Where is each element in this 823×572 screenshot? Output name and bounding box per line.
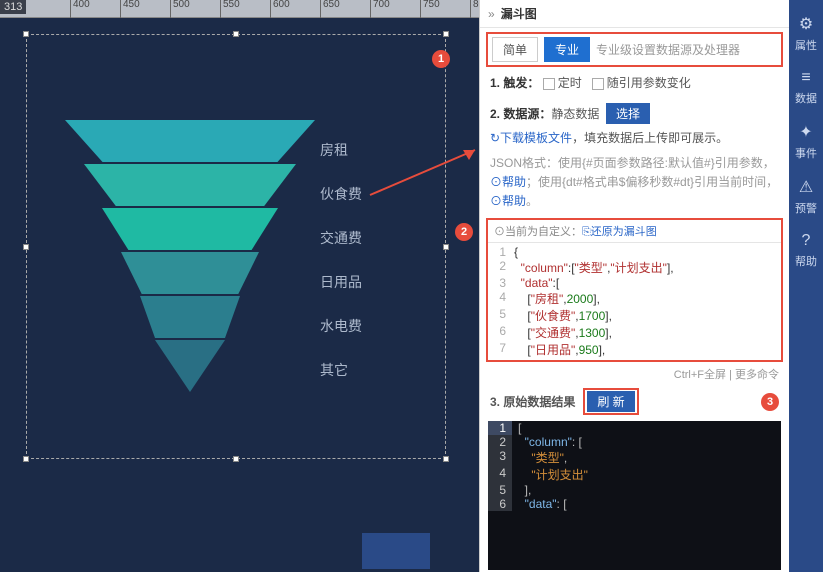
- restore-link[interactable]: ⎘还原为漏斗图: [582, 226, 657, 238]
- design-canvas[interactable]: 400 450 500 550 600 650 700 750 800 313 …: [0, 0, 479, 572]
- properties-panel: » 漏斗图 简单 专业 专业级设置数据源及处理器 1. 触发： 定时 随引用参数…: [479, 0, 789, 572]
- help-link-2[interactable]: ⊙帮助: [490, 194, 526, 208]
- badge-1: 1: [432, 50, 450, 68]
- info-icon: ⊙: [494, 226, 505, 238]
- panel-title: 漏斗图: [501, 5, 537, 22]
- resize-handle[interactable]: [23, 31, 29, 37]
- section-result: 3. 原始数据结果 刷 新 3: [480, 384, 789, 419]
- download-template-link[interactable]: ↻下载模板文件: [490, 131, 572, 145]
- json-editor[interactable]: 1{ 2 "column":["类型","计划支出"], 3 "data":[ …: [488, 243, 781, 360]
- section-datasource: 2. 数据源：静态数据 选择: [480, 98, 789, 129]
- tab-pro[interactable]: 专业: [544, 37, 590, 62]
- resize-handle[interactable]: [23, 456, 29, 462]
- json-hint: JSON格式：使用{#页面参数路径:默认值#}引用参数，⊙帮助；使用{dt#格式…: [480, 154, 789, 217]
- tabs-hint: 专业级设置数据源及处理器: [596, 41, 740, 58]
- sidebar-item-properties[interactable]: ⚙属性: [789, 6, 823, 61]
- sidebar-item-help[interactable]: ?帮助: [789, 224, 823, 277]
- resize-handle[interactable]: [233, 456, 239, 462]
- mode-tabs-highlight: 简单 专业 专业级设置数据源及处理器: [486, 32, 783, 67]
- sidebar-item-alerts[interactable]: ⚠预警: [789, 169, 823, 224]
- floating-block[interactable]: [362, 533, 430, 569]
- ruler-position: 313: [0, 0, 26, 14]
- sidebar-item-events[interactable]: ✦事件: [789, 114, 823, 169]
- badge-3: 3: [761, 393, 779, 411]
- checkbox-param[interactable]: [592, 78, 604, 90]
- sidebar-item-data[interactable]: ≡数据: [789, 61, 823, 114]
- collapse-icon[interactable]: »: [488, 7, 495, 21]
- section-trigger: 1. 触发： 定时 随引用参数变化: [480, 69, 789, 98]
- editor-meta[interactable]: Ctrl+F全屏 | 更多命令: [480, 364, 789, 384]
- refresh-highlight: 刷 新: [583, 388, 638, 415]
- right-sidebar: ⚙属性 ≡数据 ✦事件 ⚠预警 ?帮助: [789, 0, 823, 572]
- tab-simple[interactable]: 简单: [492, 37, 538, 62]
- code-editor-highlight: ⊙当前为自定义：⎘还原为漏斗图 1{ 2 "column":["类型","计划支…: [486, 218, 783, 362]
- result-viewer[interactable]: 1[ 2 "column": [ 3 "类型", 4 "计划支出" 5 ], 6…: [488, 421, 781, 570]
- checkbox-timer[interactable]: [543, 78, 555, 90]
- help-link-1[interactable]: ⊙帮助: [490, 175, 526, 189]
- refresh-button[interactable]: 刷 新: [587, 391, 634, 412]
- ruler-horizontal: 400 450 500 550 600 650 700 750 800: [0, 0, 479, 18]
- annotation-arrow-icon: [365, 140, 485, 200]
- events-icon: ✦: [799, 122, 812, 142]
- alert-icon: ⚠: [799, 177, 813, 197]
- panel-header: » 漏斗图: [480, 0, 789, 28]
- funnel-labels: 房租 伙食费 交通费 日用品 水电费 其它: [320, 128, 362, 392]
- code-editor-head: ⊙当前为自定义：⎘还原为漏斗图: [488, 220, 781, 243]
- template-row: ↻下载模板文件，填充数据后上传即可展示。: [480, 129, 789, 153]
- resize-handle[interactable]: [443, 31, 449, 37]
- funnel-chart[interactable]: [60, 120, 320, 394]
- resize-handle[interactable]: [233, 31, 239, 37]
- properties-icon: ⚙: [799, 14, 813, 34]
- resize-handle[interactable]: [443, 456, 449, 462]
- resize-handle[interactable]: [23, 244, 29, 250]
- resize-handle[interactable]: [443, 244, 449, 250]
- select-button[interactable]: 选择: [606, 103, 650, 124]
- badge-2: 2: [455, 223, 473, 241]
- data-icon: ≡: [801, 69, 810, 87]
- help-icon: ?: [802, 232, 811, 250]
